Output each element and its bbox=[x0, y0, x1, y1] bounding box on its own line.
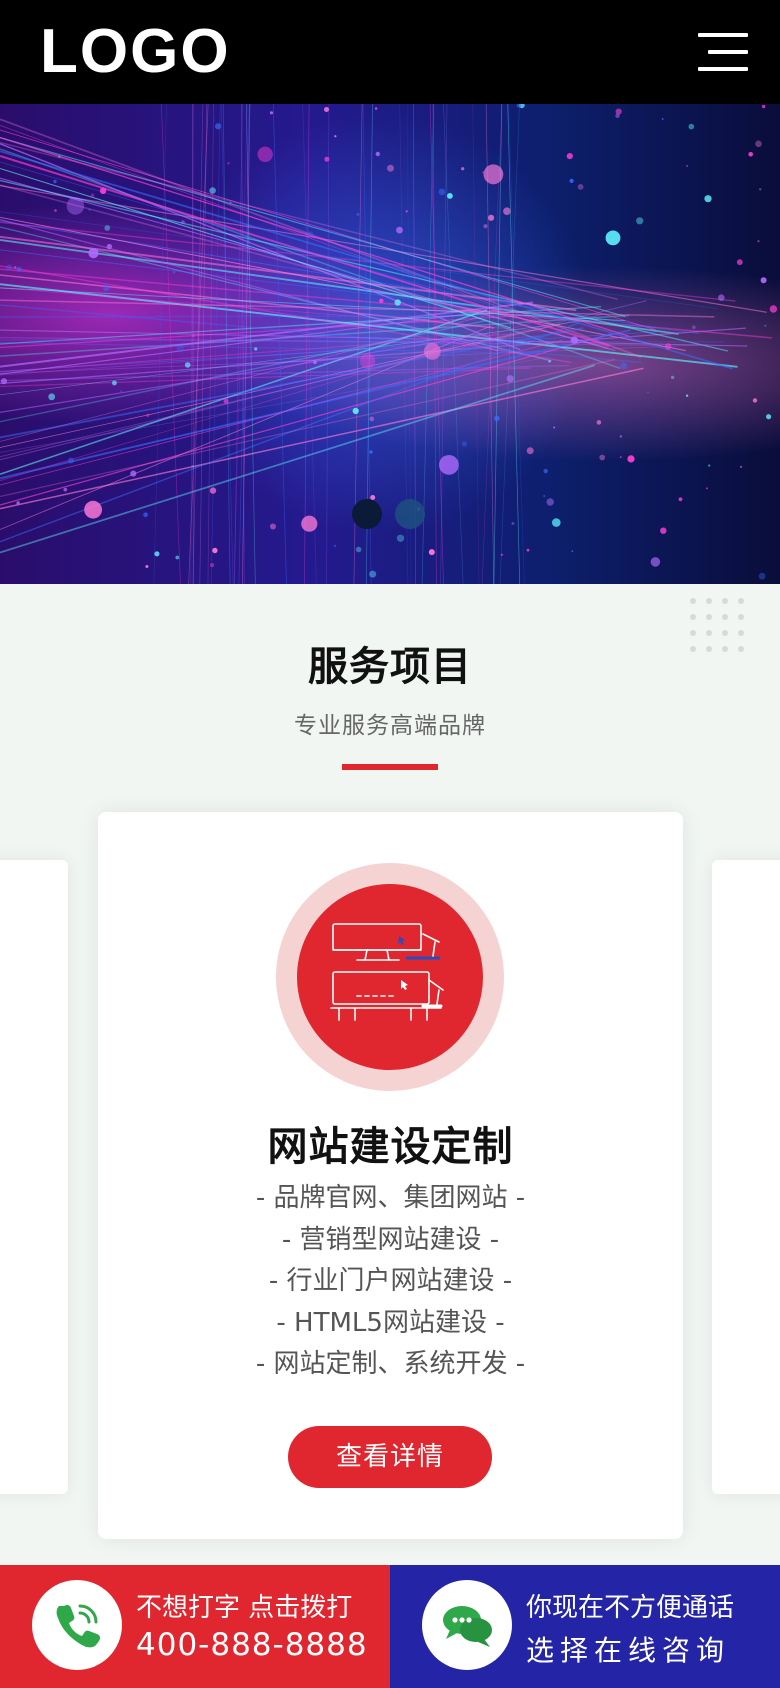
carousel-dots bbox=[352, 499, 432, 533]
hero-banner bbox=[0, 104, 780, 584]
list-item: - 行业门户网站建设 - bbox=[268, 1266, 513, 1296]
service-card: 网站建设定制 - 品牌官网、集团网站 - - 营销型网站建设 - - 行业门户网… bbox=[98, 812, 683, 1539]
service-card-title: 网站建设定制 bbox=[267, 1124, 514, 1170]
carousel-dot-2[interactable] bbox=[395, 499, 425, 529]
call-button[interactable]: 不想打字 点击拨打 400-888-8888 bbox=[0, 1565, 390, 1688]
phone-icon bbox=[56, 1604, 101, 1648]
logo[interactable]: LOGO bbox=[40, 20, 231, 84]
online-consult-button[interactable]: 你现在不方便通话 选择在线咨询 bbox=[390, 1565, 780, 1688]
chat-prompt-text: 你现在不方便通话 bbox=[526, 1593, 735, 1623]
list-item: - 网站定制、系统开发 - bbox=[255, 1349, 526, 1379]
service-icon-circle bbox=[276, 863, 504, 1091]
list-item: - 品牌官网、集团网站 - bbox=[255, 1183, 526, 1213]
chat-action-text: 选择在线咨询 bbox=[526, 1634, 731, 1667]
header: LOGO bbox=[0, 0, 780, 104]
hamburger-menu-icon[interactable] bbox=[698, 33, 748, 71]
view-details-button[interactable]: 查看详情 bbox=[288, 1426, 492, 1488]
phone-number: 400-888-8888 bbox=[136, 1627, 368, 1663]
chat-bubbles-icon bbox=[443, 1606, 492, 1647]
service-feature-list: - 品牌官网、集团网站 - - 营销型网站建设 - - 行业门户网站建设 - -… bbox=[98, 1178, 683, 1386]
carousel-card-next[interactable] bbox=[712, 860, 780, 1494]
computer-monitor-icon bbox=[330, 923, 444, 1021]
section-subtitle: 专业服务高端品牌 bbox=[294, 713, 486, 739]
call-prompt-text: 不想打字 点击拨打 bbox=[136, 1593, 353, 1623]
carousel-card-prev[interactable] bbox=[0, 860, 68, 1494]
carousel-dot-1[interactable] bbox=[352, 499, 382, 529]
list-item: - 营销型网站建设 - bbox=[281, 1224, 500, 1255]
section-title: 服务项目 bbox=[308, 644, 472, 690]
section-title-underline bbox=[342, 764, 438, 770]
list-item: - HTML5网站建设 - bbox=[276, 1307, 505, 1338]
